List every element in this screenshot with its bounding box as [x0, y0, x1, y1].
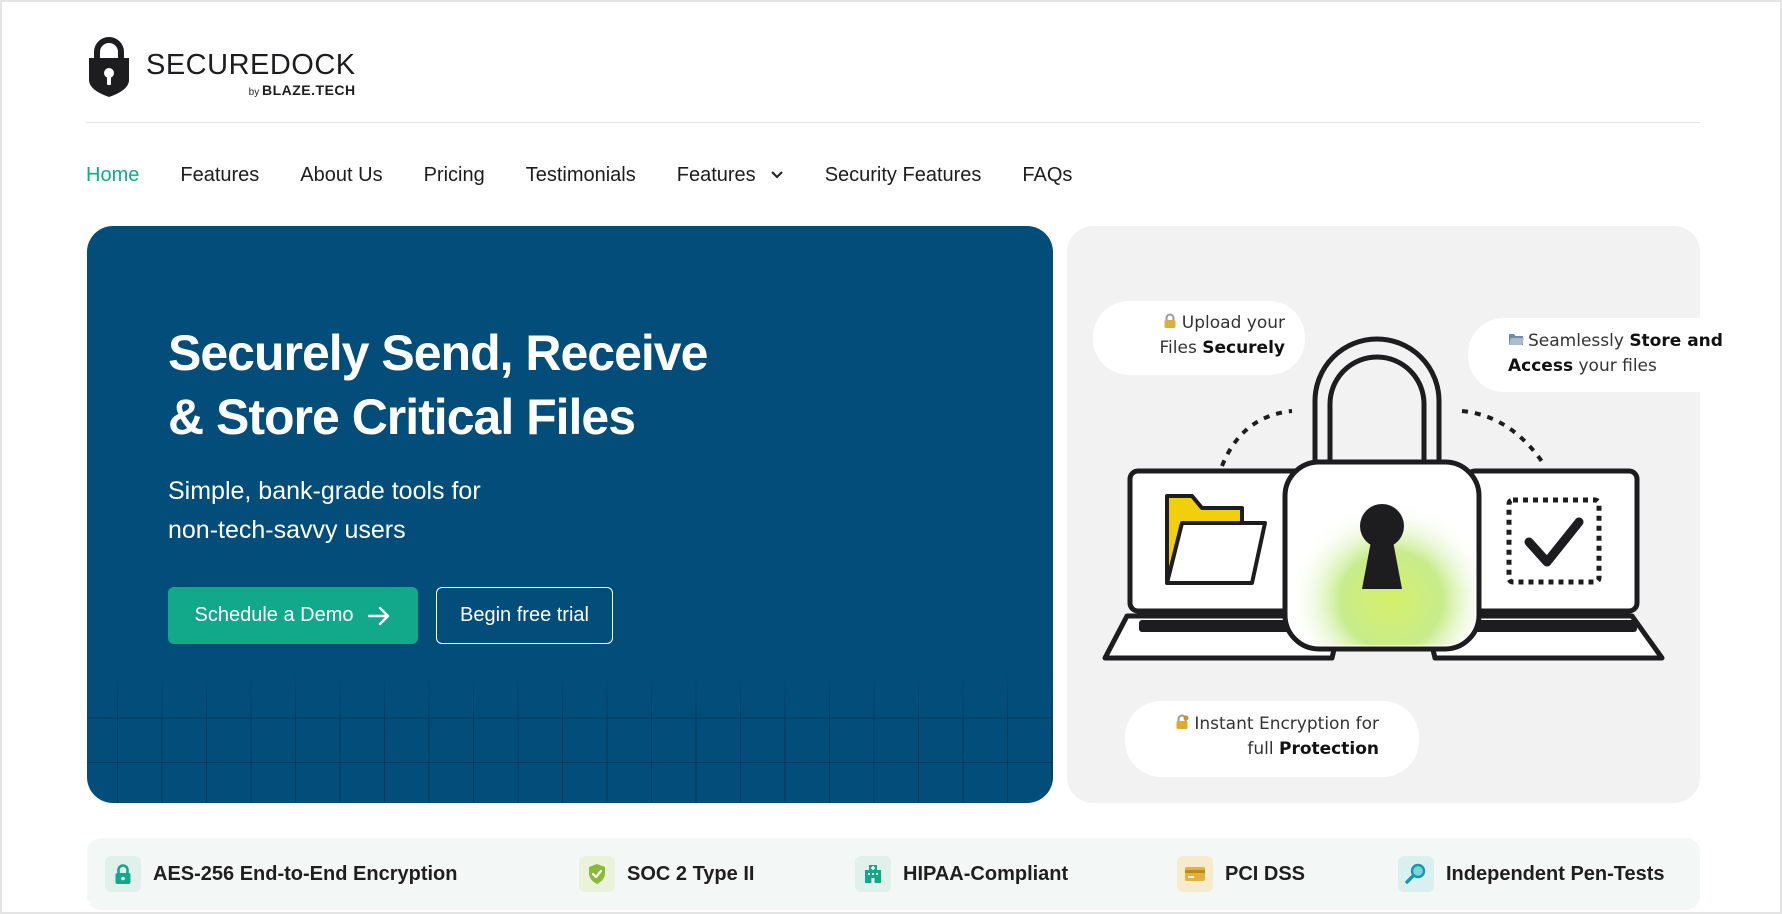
illustration-panel: Upload your Files Securely Seamlessly St… [1067, 226, 1750, 803]
shield-icon [579, 856, 615, 892]
hero-subtitle-line1: Simple, bank-grade tools for [168, 477, 481, 505]
nav-item-faqs[interactable]: FAQs [1022, 164, 1072, 187]
arrow-right-icon [368, 606, 390, 625]
hero-title-line1: Securely Send, Receive [168, 325, 708, 381]
encrypt-bubble-line2-pre: full [1247, 739, 1279, 759]
store-access-bubble: Seamlessly Store and Access your files [1468, 318, 1750, 392]
hero-section: Securely Send, Receive & Store Critical … [87, 226, 1053, 803]
store-bubble-line2-post: your files [1573, 356, 1657, 376]
magnifier-icon [1398, 856, 1434, 892]
nav-item-features[interactable]: Features [180, 164, 259, 187]
nav-item-about-us[interactable]: About Us [300, 164, 382, 187]
encrypt-bubble-line2-bold: Protection [1279, 739, 1379, 759]
brand-by-prefix: by [248, 87, 260, 98]
hero-grid-decoration [87, 673, 1053, 803]
hero-subtitle-line2: non-tech-savvy users [168, 516, 406, 544]
nav-item-features-dropdown-label: Features [676, 163, 756, 186]
folder-emoji-icon [1508, 330, 1524, 346]
hospital-icon [855, 856, 891, 892]
lock-emoji-icon [1162, 312, 1178, 328]
key-lock-emoji-icon [1174, 713, 1190, 729]
nav-item-pricing[interactable]: Pricing [424, 164, 485, 187]
encryption-bubble: Instant Encryption for full Protection [1125, 701, 1419, 777]
begin-free-trial-button[interactable]: Begin free trial [436, 587, 613, 644]
brand-company: BLAZE.TECH [261, 82, 356, 98]
compliance-badge-pentest: Independent Pen-Tests [1398, 856, 1665, 892]
compliance-strip: AES-256 End-to-End Encryption SOC 2 Type… [87, 838, 1700, 910]
compliance-badge-aes: AES-256 End-to-End Encryption [105, 856, 457, 892]
hero-title-line2: & Store Critical Files [168, 389, 636, 445]
upload-files-bubble: Upload your Files Securely [1093, 301, 1305, 375]
main-nav: Home Features About Us Pricing Testimoni… [86, 160, 1113, 190]
store-bubble-line2-bold: Access [1508, 356, 1574, 376]
store-bubble-line1-bold: Store and [1629, 331, 1723, 351]
upload-bubble-line2-pre: Files [1159, 338, 1203, 358]
nav-item-security-features[interactable]: Security Features [825, 164, 982, 187]
nav-item-features-dropdown[interactable]: Features [677, 164, 784, 187]
compliance-badge-soc2: SOC 2 Type II [579, 856, 754, 892]
compliance-badge-pci: PCI DSS [1177, 856, 1305, 892]
hero-title: Securely Send, Receive & Store Critical … [168, 321, 788, 449]
encrypt-bubble-line1: Instant Encryption for [1194, 714, 1379, 734]
lock-icon [105, 856, 141, 892]
compliance-label-pci: PCI DSS [1225, 862, 1306, 885]
chevron-down-icon [770, 171, 783, 179]
padlock-logo-icon [89, 37, 129, 97]
compliance-label-aes: AES-256 End-to-End Encryption [153, 862, 458, 885]
compliance-badge-hipaa: HIPAA-Compliant [855, 856, 1068, 892]
nav-item-home[interactable]: Home [86, 164, 139, 187]
brand-logo[interactable]: SECUREDOCK by BLAZE.TECH [86, 34, 356, 98]
compliance-label-hipaa: HIPAA-Compliant [903, 862, 1069, 885]
upload-bubble-line1: Upload your [1181, 313, 1285, 333]
schedule-demo-label: Schedule a Demo [194, 604, 354, 626]
compliance-label-pentest: Independent Pen-Tests [1446, 862, 1665, 885]
card-icon [1177, 856, 1213, 892]
store-bubble-line1-pre: Seamlessly [1528, 331, 1630, 351]
brand-by-line: by BLAZE.TECH [146, 82, 356, 98]
upload-bubble-line2-bold: Securely [1202, 338, 1285, 358]
header-divider [86, 122, 1700, 123]
schedule-demo-button[interactable]: Schedule a Demo [168, 587, 418, 644]
nav-item-testimonials[interactable]: Testimonials [526, 164, 636, 187]
brand-name: SECUREDOCK [146, 49, 356, 81]
hero-subtitle: Simple, bank-grade tools for non-tech-sa… [168, 472, 588, 550]
compliance-label-soc2: SOC 2 Type II [627, 862, 755, 885]
